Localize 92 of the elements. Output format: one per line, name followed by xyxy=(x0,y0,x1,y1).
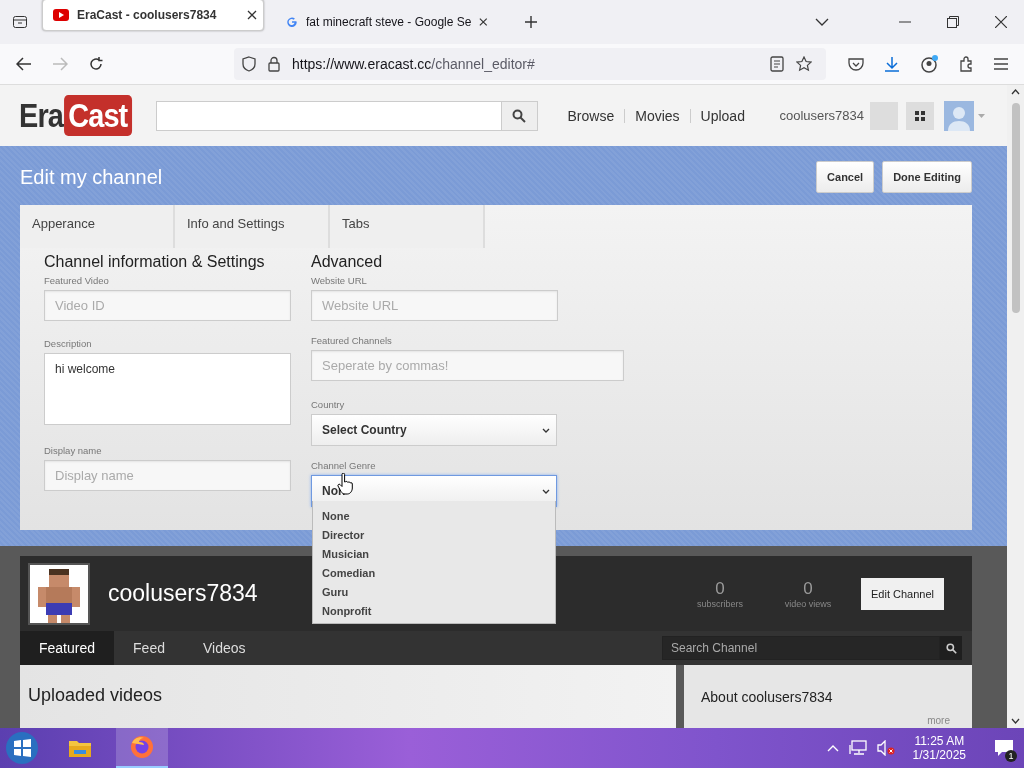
field-label: Featured Channels xyxy=(311,335,393,346)
dropdown-option[interactable]: None xyxy=(313,507,555,526)
nav-link[interactable]: Browse xyxy=(557,107,625,124)
stat-value: 0 xyxy=(715,578,725,599)
windows-logo-icon xyxy=(5,731,39,765)
taskbar-app[interactable] xyxy=(116,728,168,768)
field-label: Description xyxy=(44,338,93,349)
close-icon[interactable] xyxy=(479,17,488,27)
upload-grid-button[interactable] xyxy=(906,101,934,130)
field-label: Website URL xyxy=(311,275,368,286)
input-field[interactable]: Website URL xyxy=(311,290,558,321)
chevron-down-icon[interactable] xyxy=(815,18,829,26)
message-icon xyxy=(994,739,1014,757)
editor-button[interactable]: Done Editing xyxy=(882,161,972,193)
scroll-down-icon[interactable] xyxy=(1011,718,1020,724)
channel-search-field[interactable]: Search Channel xyxy=(662,636,940,660)
search-icon xyxy=(512,108,527,123)
play-icon xyxy=(53,9,69,21)
field-label: Channel Genre xyxy=(311,460,377,471)
browser-tab[interactable]: EraCast - coolusers7834 xyxy=(42,0,264,31)
star-icon[interactable] xyxy=(796,56,812,72)
firefox-icon xyxy=(130,735,154,759)
tab-list-icon[interactable] xyxy=(12,14,28,30)
editor-tab[interactable]: Apperance xyxy=(20,205,175,248)
search-button[interactable] xyxy=(501,100,538,131)
nav-link[interactable]: Movies xyxy=(625,107,690,124)
pocket-icon[interactable] xyxy=(848,57,864,71)
section-heading: Advanced xyxy=(311,253,384,271)
clock-date: 1/31/2025 xyxy=(912,748,966,762)
chevron-down-icon xyxy=(542,488,550,494)
uploaded-videos-heading: Uploaded videos xyxy=(28,685,164,706)
muted-speaker-icon[interactable] xyxy=(876,740,895,756)
scroll-thumb[interactable] xyxy=(1011,103,1020,313)
section-heading: Channel information & Settings xyxy=(44,253,266,271)
channel-name: coolusers7834 xyxy=(108,580,258,607)
editor-tab[interactable]: Info and Settings xyxy=(175,205,330,248)
menu-icon[interactable] xyxy=(994,58,1008,70)
dropdown-option[interactable]: Musician xyxy=(313,545,555,564)
username-link[interactable]: coolusers7834 xyxy=(779,108,864,123)
g-icon xyxy=(286,15,298,29)
restore-icon[interactable] xyxy=(947,16,959,28)
field-label: Display name xyxy=(44,445,103,456)
lock-icon xyxy=(268,56,280,72)
browser-tab[interactable]: fat minecraft steve - Google Se xyxy=(276,4,498,40)
dropdown-option[interactable]: Guru xyxy=(313,583,555,602)
shield-icon xyxy=(242,56,256,72)
grid-icon xyxy=(915,110,925,121)
dropdown-option[interactable]: Nonprofit xyxy=(313,602,555,621)
nav-link[interactable]: Upload xyxy=(690,107,755,124)
edit-channel-button[interactable]: Edit Channel xyxy=(861,577,944,610)
editor-button[interactable]: Cancel xyxy=(816,161,875,193)
editor-title: Edit my channel xyxy=(20,165,163,189)
search-button[interactable] xyxy=(940,636,962,660)
notification-count: 1 xyxy=(1005,750,1017,762)
dropdown-option[interactable]: Comedian xyxy=(313,564,555,583)
reader-view-icon[interactable] xyxy=(770,56,784,72)
stat-value: 0 xyxy=(803,578,813,599)
clock-time: 11:25 AM xyxy=(914,734,965,748)
notification-center-button[interactable]: 1 xyxy=(984,728,1024,768)
channel-tab[interactable]: Feed xyxy=(114,631,184,665)
site-search-field[interactable] xyxy=(155,100,502,131)
description-field[interactable]: hi welcome xyxy=(44,353,291,425)
input-field[interactable]: Video ID xyxy=(44,290,291,321)
address-bar[interactable]: https://www.eracast.cc/channel_editor# xyxy=(234,48,826,80)
close-icon[interactable] xyxy=(995,16,1007,28)
channel-tab[interactable]: Videos xyxy=(183,631,265,665)
search-icon xyxy=(945,642,957,654)
field-label: Country xyxy=(311,399,346,410)
dropdown-option[interactable]: Director xyxy=(313,526,555,545)
stat-label: subscribers xyxy=(697,598,743,609)
select-field[interactable]: Select Country xyxy=(311,414,557,446)
back-arrow-icon[interactable] xyxy=(16,57,32,71)
download-icon[interactable] xyxy=(884,56,900,72)
network-icon[interactable] xyxy=(848,740,867,756)
extensions-icon[interactable] xyxy=(958,56,974,72)
account-icon[interactable] xyxy=(920,55,938,73)
editor-tab[interactable]: Tabs xyxy=(330,205,485,248)
chevron-up-icon[interactable] xyxy=(826,744,839,752)
close-icon[interactable] xyxy=(247,10,257,20)
url-text: https://www.eracast.cc/channel_editor# xyxy=(292,56,535,72)
channel-tab[interactable]: Featured xyxy=(20,631,115,665)
field-label: Featured Video xyxy=(44,275,110,286)
chevron-down-icon xyxy=(542,427,550,433)
reload-icon[interactable] xyxy=(88,56,104,72)
about-heading: About coolusers7834 xyxy=(701,689,834,705)
folder-icon xyxy=(68,738,92,758)
scroll-up-icon[interactable] xyxy=(1011,89,1020,95)
input-field[interactable]: Display name xyxy=(44,460,291,491)
scrollbar[interactable] xyxy=(1007,85,1024,728)
input-field[interactable]: Seperate by commas! xyxy=(311,350,624,381)
new-tab-icon[interactable] xyxy=(524,15,538,29)
stat-label: video views xyxy=(784,598,832,609)
